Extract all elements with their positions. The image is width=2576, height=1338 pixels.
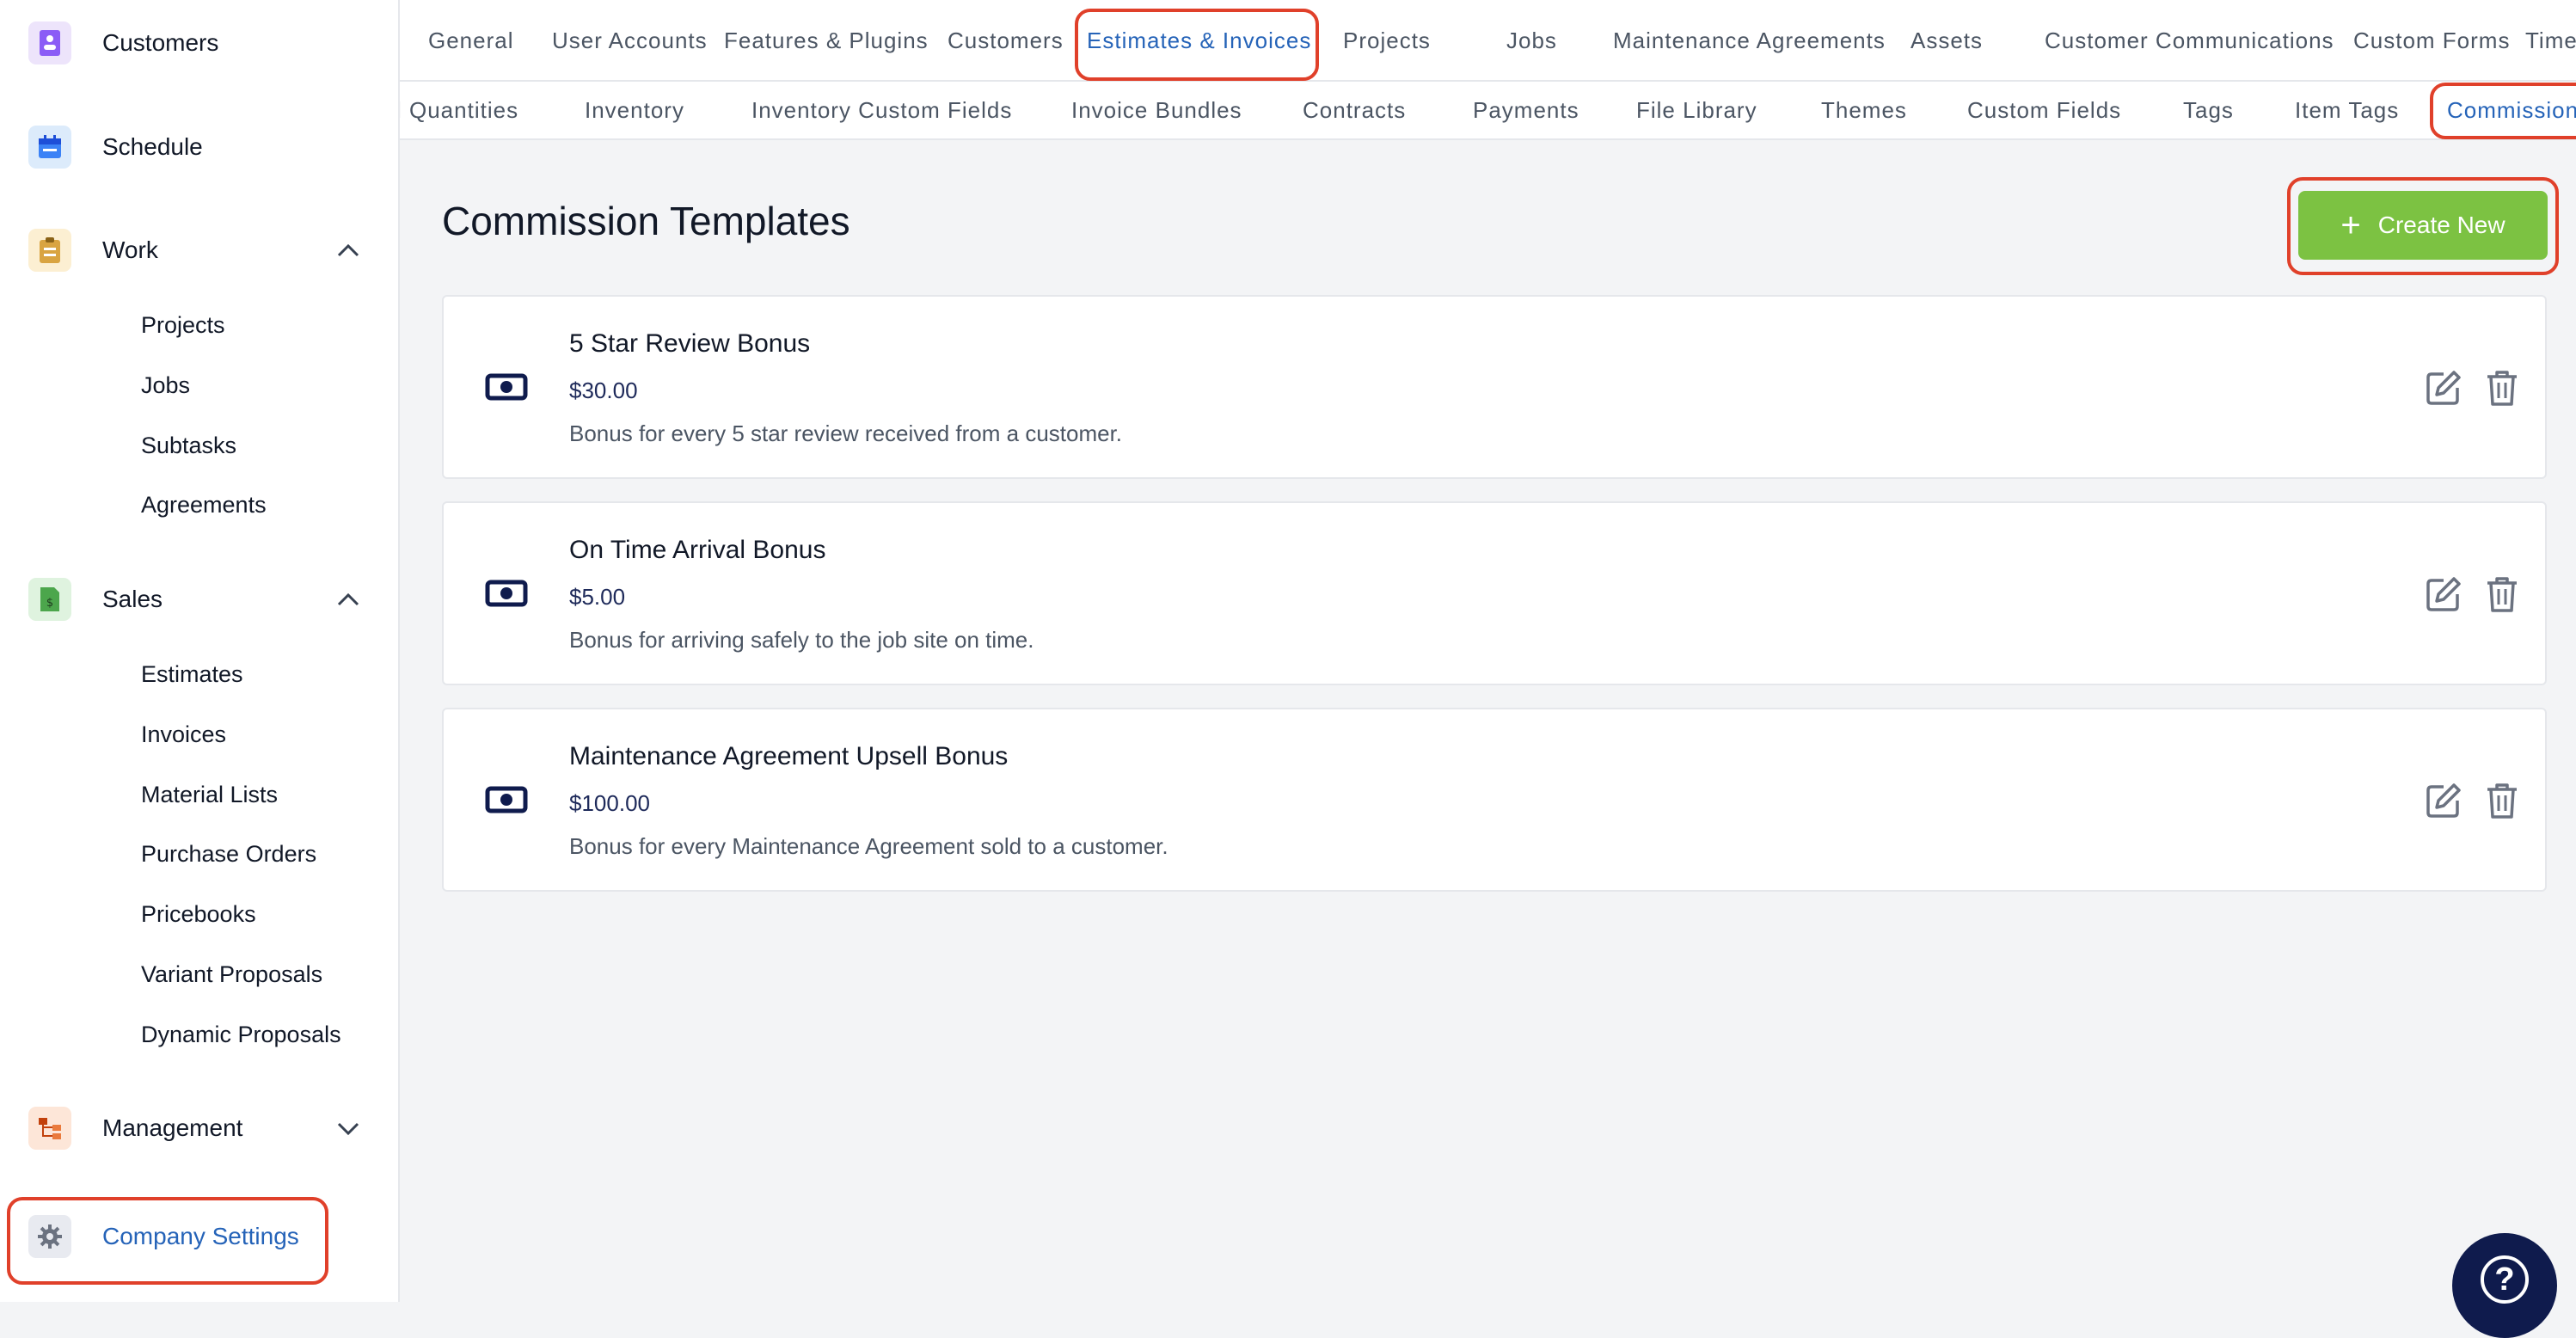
sidebar-item-label: Sales	[102, 586, 163, 612]
calendar-icon	[28, 126, 71, 169]
sidebar-item-label: Management	[102, 1114, 243, 1141]
money-icon	[485, 373, 528, 401]
tab-general[interactable]: General	[428, 0, 514, 80]
trash-icon[interactable]	[2485, 369, 2519, 407]
tab-quantities[interactable]: l Quantities	[400, 82, 518, 138]
help-button[interactable]: ?	[2452, 1233, 2557, 1338]
sidebar-item-management[interactable]: Management	[0, 1098, 398, 1158]
tab-contracts[interactable]: Contracts	[1303, 82, 1406, 138]
sidebar-item-company-settings[interactable]: Company Settings	[0, 1206, 398, 1267]
template-name: Maintenance Agreement Upsell Bonus	[569, 742, 1009, 770]
create-new-label: Create New	[2377, 212, 2505, 238]
sidebar-subitem-pricebooks[interactable]: Pricebooks	[141, 893, 256, 936]
sidebar-subitem-jobs[interactable]: Jobs	[141, 364, 190, 407]
tab-time[interactable]: Time	[2525, 0, 2576, 80]
sidebar: Customers Schedule Work Projects Jobs Su…	[0, 0, 400, 1302]
clipboard-icon	[28, 229, 71, 272]
trash-icon[interactable]	[2485, 575, 2519, 613]
tab-payments[interactable]: Payments	[1473, 82, 1579, 138]
plus-icon: +	[2340, 206, 2361, 244]
commission-template-card: On Time Arrival Bonus $5.00 Bonus for ar…	[442, 501, 2547, 685]
sidebar-subitem-agreements[interactable]: Agreements	[141, 483, 267, 526]
template-description: Bonus for every Maintenance Agreement so…	[569, 833, 1168, 859]
sidebar-item-sales[interactable]: $ Sales	[0, 569, 398, 629]
commission-template-card: Maintenance Agreement Upsell Bonus $100.…	[442, 708, 2547, 892]
template-name: On Time Arrival Bonus	[569, 536, 826, 564]
tab-maintenance-agreements[interactable]: Maintenance Agreements	[1613, 0, 1886, 80]
customers-icon	[28, 21, 71, 64]
tab-inventory[interactable]: Inventory	[585, 82, 684, 138]
template-amount: $5.00	[569, 584, 626, 610]
template-amount: $30.00	[569, 377, 638, 403]
template-description: Bonus for arriving safely to the job sit…	[569, 627, 1034, 653]
sidebar-subitem-variant-proposals[interactable]: Variant Proposals	[141, 953, 322, 996]
create-new-button[interactable]: + Create New	[2298, 191, 2548, 260]
tab-commission[interactable]: Commission	[2447, 82, 2576, 138]
template-name: 5 Star Review Bonus	[569, 329, 811, 358]
sidebar-item-label: Company Settings	[102, 1223, 299, 1249]
money-icon	[485, 786, 528, 813]
tab-themes[interactable]: Themes	[1821, 82, 1907, 138]
tab-estimates-invoices[interactable]: Estimates & Invoices	[1087, 0, 1311, 80]
template-description: Bonus for every 5 star review received f…	[569, 420, 1123, 446]
tab-custom-fields[interactable]: Custom Fields	[1967, 82, 2121, 138]
sidebar-subitem-dynamic-proposals[interactable]: Dynamic Proposals	[141, 1013, 341, 1056]
tab-file-library[interactable]: File Library	[1636, 82, 1757, 138]
sidebar-item-schedule[interactable]: Schedule	[0, 117, 398, 177]
sidebar-subitem-projects[interactable]: Projects	[141, 304, 225, 347]
sidebar-item-customers[interactable]: Customers	[0, 13, 398, 73]
chevron-up-icon[interactable]	[336, 240, 360, 261]
tab-custom-forms[interactable]: Custom Forms	[2353, 0, 2510, 80]
sidebar-item-label: Work	[102, 236, 158, 263]
tab-customer-communications[interactable]: Customer Communications	[2045, 0, 2334, 80]
question-icon: ?	[2481, 1255, 2529, 1304]
chevron-up-icon[interactable]	[336, 589, 360, 610]
invoice-icon: $	[28, 578, 71, 621]
tab-user-accounts[interactable]: User Accounts	[552, 0, 708, 80]
sidebar-item-label: Customers	[102, 29, 219, 56]
tab-tags[interactable]: Tags	[2183, 82, 2234, 138]
sidebar-subitem-material-lists[interactable]: Material Lists	[141, 773, 278, 816]
tab-invoice-bundles[interactable]: Invoice Bundles	[1071, 82, 1242, 138]
svg-text:$: $	[46, 597, 53, 610]
settings-tabs-primary: General User Accounts Features & Plugins…	[400, 0, 2576, 82]
tab-inventory-custom-fields[interactable]: Inventory Custom Fields	[751, 82, 1012, 138]
tab-assets[interactable]: Assets	[1911, 0, 1983, 80]
sidebar-subitem-purchase-orders[interactable]: Purchase Orders	[141, 832, 316, 875]
tab-customers[interactable]: Customers	[948, 0, 1064, 80]
page-title: Commission Templates	[442, 199, 850, 243]
money-icon	[485, 580, 528, 607]
sidebar-item-label: Schedule	[102, 133, 203, 160]
tab-jobs[interactable]: Jobs	[1506, 0, 1557, 80]
edit-icon[interactable]	[2425, 369, 2463, 407]
sidebar-subitem-subtasks[interactable]: Subtasks	[141, 424, 236, 467]
chevron-down-icon[interactable]	[336, 1118, 360, 1139]
sidebar-item-work[interactable]: Work	[0, 220, 398, 280]
settings-tabs-secondary: l Quantities Inventory Inventory Custom …	[400, 82, 2576, 140]
gear-icon	[28, 1215, 71, 1258]
template-amount: $100.00	[569, 790, 650, 816]
sidebar-subitem-invoices[interactable]: Invoices	[141, 713, 226, 756]
tab-features-plugins[interactable]: Features & Plugins	[724, 0, 929, 80]
tab-projects[interactable]: Projects	[1343, 0, 1431, 80]
trash-icon[interactable]	[2485, 782, 2519, 819]
sidebar-subitem-estimates[interactable]: Estimates	[141, 653, 243, 696]
tab-item-tags[interactable]: Item Tags	[2295, 82, 2399, 138]
org-chart-icon	[28, 1107, 71, 1150]
commission-template-card: 5 Star Review Bonus $30.00 Bonus for eve…	[442, 295, 2547, 479]
edit-icon[interactable]	[2425, 782, 2463, 819]
edit-icon[interactable]	[2425, 575, 2463, 613]
